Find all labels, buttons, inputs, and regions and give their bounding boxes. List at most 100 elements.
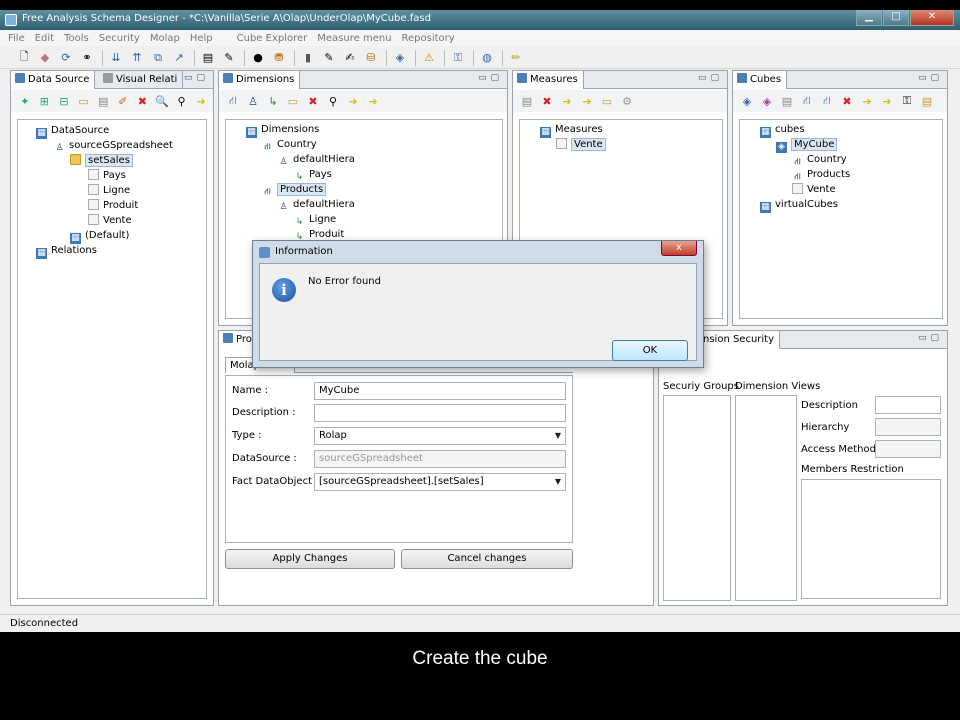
- tree-node-pays[interactable]: Pays: [88, 169, 126, 183]
- add-icon[interactable]: ✦: [17, 93, 33, 109]
- globe-icon[interactable]: ◍: [479, 50, 495, 66]
- tree-node-vente[interactable]: Vente: [88, 214, 132, 228]
- delete-icon[interactable]: ✖: [839, 93, 855, 109]
- dimension-icon[interactable]: ⛙: [799, 93, 815, 109]
- tree-node-datasource[interactable]: ▦ DataSource: [36, 124, 109, 139]
- menu-repository[interactable]: Repository: [402, 33, 455, 44]
- virtual-cube-icon[interactable]: ◈: [759, 93, 775, 109]
- tree-node-produit[interactable]: Produit: [88, 199, 138, 213]
- document-icon[interactable]: ▤: [779, 93, 795, 109]
- tree-node-relations[interactable]: ▦ Relations: [36, 244, 97, 259]
- panel-window-controls[interactable]: ▭▢: [698, 73, 723, 83]
- wizard-icon[interactable]: ↗: [171, 50, 187, 66]
- script-icon[interactable]: ✍: [342, 50, 358, 66]
- tree-node-setsales[interactable]: setSales: [70, 154, 133, 168]
- tree-node-hierarchy[interactable]: ♙ defaultHiera: [278, 198, 354, 213]
- document-icon[interactable]: ▤: [200, 50, 216, 66]
- ok-button[interactable]: OK: [612, 340, 688, 361]
- tree-node-vente[interactable]: Vente: [792, 183, 836, 197]
- arrow-icon[interactable]: ➜: [859, 93, 875, 109]
- menu-security[interactable]: Security: [99, 33, 140, 44]
- tab-dimension-security[interactable]: nsion Security: [699, 331, 781, 349]
- edit-icon[interactable]: ✎: [221, 50, 237, 66]
- panel-window-controls[interactable]: ▭▢: [478, 73, 503, 83]
- cube-icon[interactable]: ◈: [392, 50, 408, 66]
- delete-icon[interactable]: ✖: [135, 93, 151, 109]
- search-icon[interactable]: 🔍: [154, 93, 170, 109]
- tree-node-virtualcubes[interactable]: ▦ virtualCubes: [760, 198, 838, 213]
- folder-icon[interactable]: ▭: [599, 93, 615, 109]
- key-icon[interactable]: ⚿: [450, 50, 466, 66]
- settings-icon[interactable]: ⚙: [619, 93, 635, 109]
- tab-measures[interactable]: Measures: [513, 71, 584, 89]
- description-field[interactable]: [875, 396, 941, 414]
- tree-node-products[interactable]: ⛙ Products: [792, 168, 850, 183]
- arrow-icon[interactable]: ➜: [345, 93, 361, 109]
- menu-edit[interactable]: Edit: [35, 33, 54, 44]
- add-table-icon[interactable]: ⊟: [56, 93, 72, 109]
- panel-window-controls[interactable]: ▭▢: [918, 333, 943, 343]
- pencil-icon[interactable]: ✏: [508, 50, 524, 66]
- tree-node-products[interactable]: ⛙ Products: [262, 183, 327, 198]
- arrow-icon[interactable]: ➜: [879, 93, 895, 109]
- level-icon[interactable]: ↳: [265, 93, 281, 109]
- server-icon[interactable]: ⛃: [271, 50, 287, 66]
- tree-node-vente[interactable]: Vente: [556, 138, 606, 152]
- menu-measure-menu[interactable]: Measure menu: [317, 33, 391, 44]
- record-icon[interactable]: ●: [250, 50, 266, 66]
- tab-data-source[interactable]: Data Source: [11, 71, 96, 89]
- tree-node-hierarchy[interactable]: ♙ defaultHiera: [278, 153, 354, 168]
- database-icon[interactable]: ⛁: [363, 50, 379, 66]
- security-groups-list[interactable]: [663, 395, 731, 601]
- tab-visual-relations[interactable]: Visual Relati: [99, 71, 184, 89]
- cube-icon[interactable]: ◈: [739, 93, 755, 109]
- tab-dimensions[interactable]: Dimensions: [219, 71, 301, 89]
- dimension-icon[interactable]: ⛙: [225, 93, 241, 109]
- cancel-changes-button[interactable]: Cancel changes: [401, 549, 573, 569]
- description-field[interactable]: [314, 404, 566, 422]
- note-icon[interactable]: ✎: [321, 50, 337, 66]
- hierarchy-icon[interactable]: ♙: [245, 93, 261, 109]
- fact-dataobject-select[interactable]: [sourceGSpreadsheet].[setSales] ▼: [314, 473, 566, 491]
- arrow-icon[interactable]: ➜: [559, 93, 575, 109]
- document-icon[interactable]: ▤: [519, 93, 535, 109]
- tree-node-level[interactable]: ↳ Ligne: [294, 213, 336, 228]
- apply-changes-button[interactable]: Apply Changes: [225, 549, 395, 569]
- menu-cube-explorer[interactable]: Cube Explorer: [237, 33, 308, 44]
- export-icon[interactable]: ⇈: [129, 50, 145, 66]
- key-icon[interactable]: ⚿: [899, 93, 915, 109]
- arrow-icon[interactable]: ➜: [365, 93, 381, 109]
- document-icon[interactable]: ▤: [95, 93, 111, 109]
- delete-icon[interactable]: ✖: [539, 93, 555, 109]
- tree-node-mycube[interactable]: ◈ MyCube: [776, 138, 838, 153]
- zoom-icon[interactable]: ⚲: [174, 93, 190, 109]
- dimension-views-list[interactable]: [735, 395, 797, 601]
- link-icon[interactable]: ⚭: [79, 50, 95, 66]
- tree-node-measures[interactable]: ▦ Measures: [540, 123, 603, 138]
- note-icon[interactable]: ▤: [919, 93, 935, 109]
- arrow-icon[interactable]: ➜: [579, 93, 595, 109]
- menu-molap[interactable]: Molap: [150, 33, 180, 44]
- maximize-button[interactable]: □: [883, 10, 909, 26]
- dialog-close-button[interactable]: x: [661, 241, 697, 256]
- tree-node-dimensions[interactable]: ▦ Dimensions: [246, 123, 319, 138]
- tree-node-ligne[interactable]: Ligne: [88, 184, 130, 198]
- menu-help[interactable]: Help: [190, 33, 213, 44]
- tree-node-source[interactable]: ♙ sourceGSpreadsheet: [54, 139, 173, 154]
- menu-file[interactable]: File: [8, 33, 25, 44]
- delete-icon[interactable]: ✖: [305, 93, 321, 109]
- brush-icon[interactable]: ✐: [115, 93, 131, 109]
- close-window-button[interactable]: ✕: [910, 10, 954, 26]
- book-icon[interactable]: ▮: [300, 50, 316, 66]
- folder-icon[interactable]: ▭: [76, 93, 92, 109]
- arrow-icon[interactable]: ➜: [193, 93, 209, 109]
- tree-node-default[interactable]: ▦ (Default): [70, 229, 129, 244]
- minimize-button[interactable]: ▁: [856, 10, 882, 26]
- copy-icon[interactable]: ⧉: [150, 50, 166, 66]
- tab-cubes[interactable]: Cubes: [733, 71, 788, 89]
- add-datasource-icon[interactable]: ⊞: [37, 93, 53, 109]
- folder-icon[interactable]: ▭: [285, 93, 301, 109]
- tree-node-cubes[interactable]: ▦ cubes: [760, 123, 805, 138]
- new-file-icon[interactable]: 🗋: [16, 50, 32, 66]
- tree-node-country[interactable]: ⛙ Country: [792, 153, 846, 168]
